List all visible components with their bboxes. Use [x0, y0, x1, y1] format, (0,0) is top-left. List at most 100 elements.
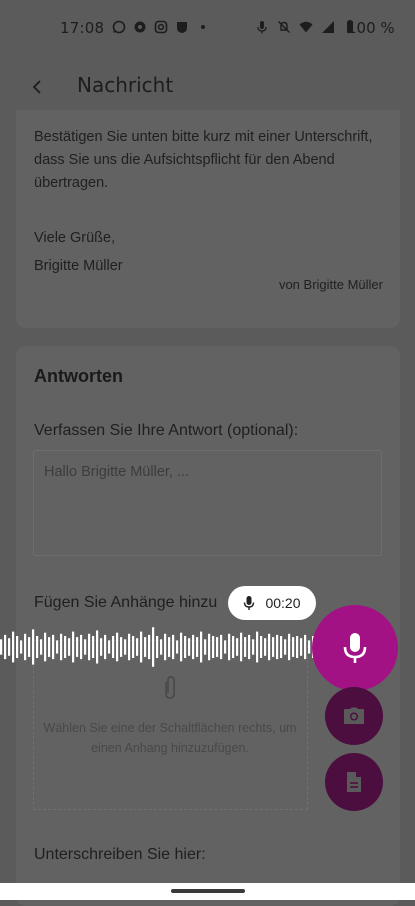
- signature-label: Unterschreiben Sie hier:: [34, 846, 206, 863]
- waveform-bar: [104, 634, 107, 660]
- waveform-bar: [80, 634, 83, 660]
- waveform-bar: [268, 633, 271, 661]
- mic-icon: [244, 596, 255, 610]
- waveform-bar: [216, 637, 219, 657]
- settings-icon: [134, 21, 146, 33]
- message-signature: Brigitte Müller: [34, 258, 123, 274]
- file-icon: [347, 772, 361, 792]
- waveform-bar: [180, 632, 183, 662]
- waveform-bar: [260, 636, 263, 658]
- waveform-bar: [160, 639, 163, 655]
- waveform-bar: [72, 631, 75, 663]
- waveform-bar: [152, 627, 155, 667]
- record-audio-button[interactable]: [312, 605, 398, 691]
- waveform-bar: [96, 630, 99, 664]
- waveform-bar: [20, 640, 23, 654]
- waveform-bar: [284, 639, 287, 655]
- waveform-bar: [280, 636, 283, 658]
- battery-percentage: 100 %: [347, 19, 395, 37]
- navigation-bar: [0, 883, 415, 900]
- waveform-bar: [224, 640, 227, 654]
- recording-timer: 00:20: [265, 595, 301, 611]
- waveform-bar: [88, 633, 91, 661]
- waveform-bar: [28, 637, 31, 657]
- shield-icon: [177, 22, 187, 33]
- waveform-bar: [192, 634, 195, 660]
- waveform-bar: [132, 636, 135, 658]
- waveform-bar: [296, 636, 299, 658]
- waveform-bar: [276, 634, 279, 660]
- app-bar: Nachricht: [0, 60, 415, 116]
- waveform-bar: [172, 634, 175, 660]
- waveform-bar: [92, 636, 95, 658]
- status-bar: 17:08 100 %: [0, 0, 415, 60]
- reply-placeholder: Hallo Brigitte Müller, ...: [44, 464, 190, 480]
- waveform-bar: [64, 636, 67, 658]
- waveform-bar: [272, 637, 275, 657]
- waveform-bar: [116, 632, 119, 662]
- whatsapp-icon: [112, 20, 126, 34]
- message-sender: von Brigitte Müller: [278, 277, 383, 292]
- wifi-icon: [299, 21, 313, 33]
- audio-waveform: [0, 627, 319, 667]
- waveform-bar: [124, 639, 127, 655]
- waveform-bar: [108, 640, 111, 654]
- waveform-bar: [60, 633, 63, 661]
- waveform-bar: [56, 640, 59, 654]
- waveform-bar: [32, 629, 35, 665]
- waveform-bar: [4, 634, 7, 660]
- mic-icon: [343, 633, 367, 663]
- waveform-bar: [52, 634, 55, 660]
- waveform-bar: [148, 634, 151, 660]
- waveform-bar: [8, 638, 11, 656]
- dot-icon: [201, 25, 205, 29]
- waveform-bar: [156, 636, 159, 658]
- camera-button[interactable]: [325, 687, 383, 745]
- waveform-bar: [16, 636, 19, 658]
- waveform-bar: [196, 637, 199, 657]
- waveform-bar: [0, 639, 3, 655]
- reply-textarea[interactable]: Hallo Brigitte Müller, ...: [33, 450, 382, 556]
- home-gesture-handle[interactable]: [171, 889, 245, 893]
- waveform-bar: [204, 639, 207, 655]
- waveform-bar: [252, 639, 255, 655]
- waveform-bar: [44, 632, 47, 662]
- waveform-bar: [100, 638, 103, 656]
- waveform-bar: [120, 637, 123, 657]
- instagram-icon: [154, 20, 168, 34]
- waveform-bar: [144, 637, 147, 657]
- message-greeting: Viele Grüße,: [34, 230, 116, 246]
- system-icons: [255, 20, 357, 34]
- reply-title: Antworten: [34, 366, 123, 386]
- waveform-bar: [76, 637, 79, 657]
- waveform-bar: [304, 634, 307, 660]
- waveform-bar: [48, 637, 51, 657]
- file-button[interactable]: [325, 753, 383, 811]
- waveform-bar: [308, 640, 311, 654]
- waveform-bar: [84, 639, 87, 655]
- waveform-bar: [140, 631, 143, 663]
- waveform-bar: [184, 636, 187, 658]
- waveform-bar: [264, 638, 267, 656]
- waveform-bar: [164, 633, 167, 661]
- waveform-bar: [40, 639, 43, 655]
- waveform-bar: [24, 633, 27, 661]
- waveform-bar: [136, 638, 139, 656]
- waveform-bar: [36, 636, 39, 658]
- waveform-bar: [168, 637, 171, 657]
- waveform-bar: [176, 640, 179, 654]
- paperclip-icon: [165, 676, 175, 699]
- waveform-bar: [256, 631, 259, 663]
- waveform-bar: [128, 633, 131, 661]
- waveform-bar: [68, 638, 71, 656]
- waveform-bar: [188, 638, 191, 656]
- back-button[interactable]: [22, 72, 52, 102]
- signal-icon: [322, 21, 334, 33]
- mic-icon: [257, 21, 267, 34]
- waveform-bar: [300, 638, 303, 656]
- attachment-hint: Wählen Sie eine der Schaltflächen rechts…: [43, 721, 297, 755]
- page-title: Nachricht: [77, 73, 174, 97]
- waveform-bar: [200, 631, 203, 663]
- waveform-bar: [288, 633, 291, 661]
- waveform-bar: [244, 637, 247, 657]
